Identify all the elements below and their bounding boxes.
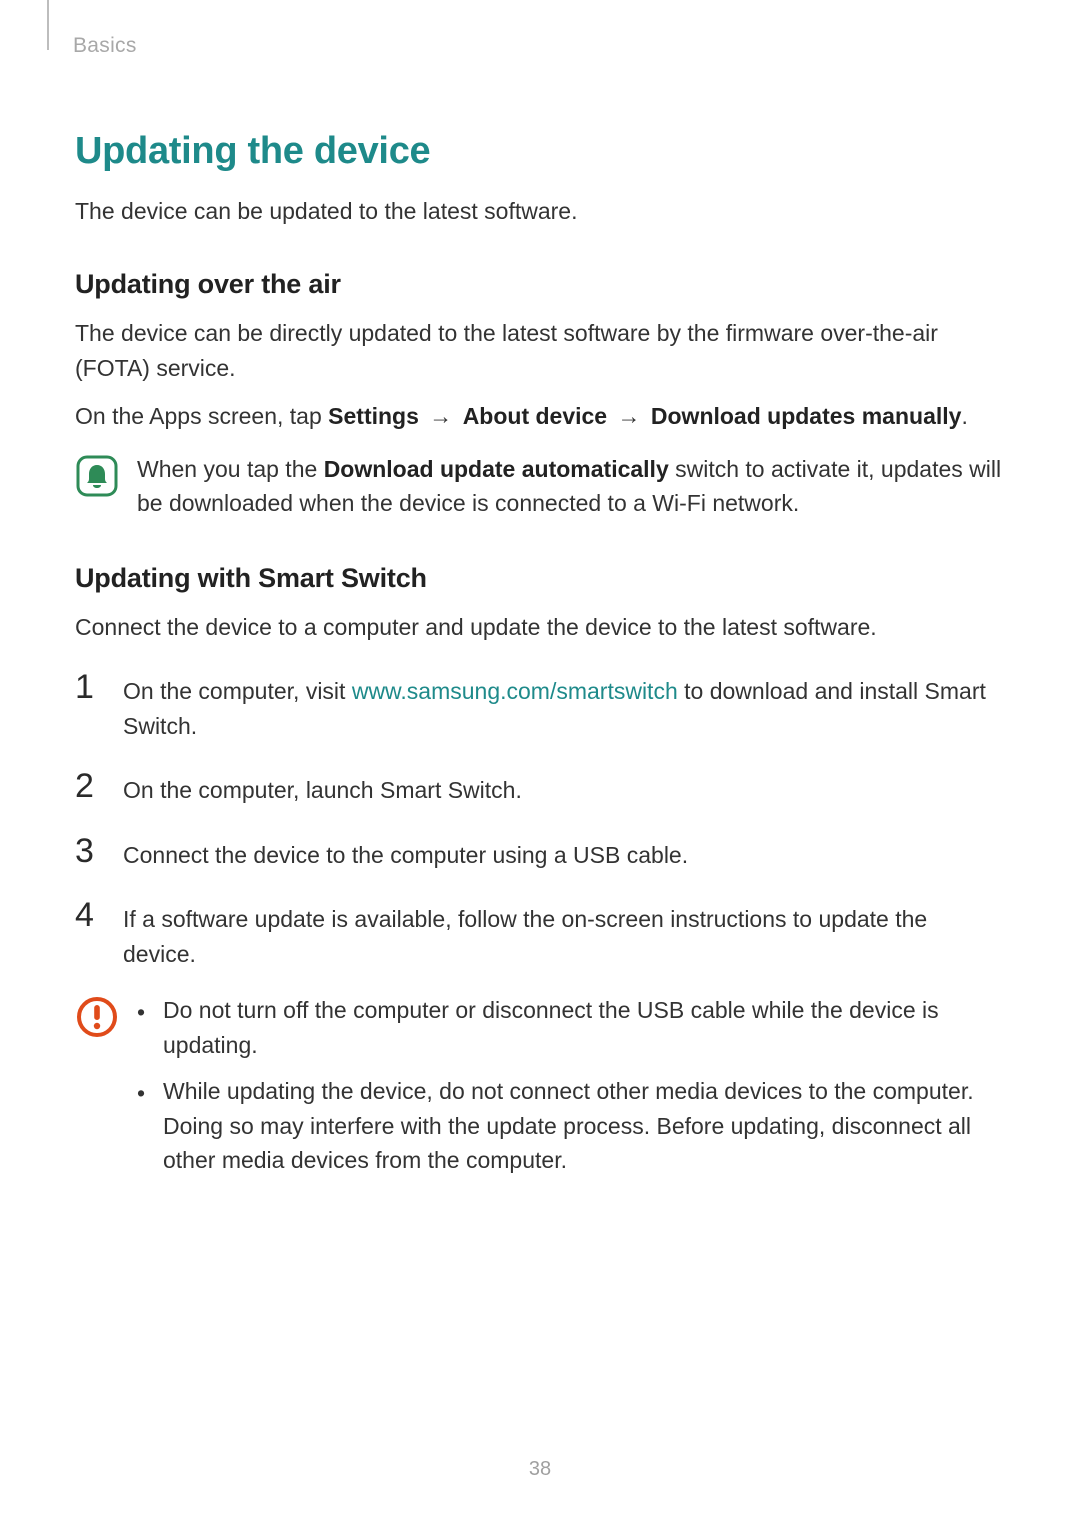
nav-path-step-2: About device [463,403,607,429]
bullet-icon: • [137,993,151,1030]
document-page: Basics Updating the device The device ca… [0,0,1080,1527]
note-text-before: When you tap the [137,456,324,482]
step-item: 1 On the computer, visit www.samsung.com… [75,670,1005,743]
step-item: 4 If a software update is available, fol… [75,898,1005,971]
page-title: Updating the device [75,130,1005,173]
smart-switch-description: Connect the device to a computer and upd… [75,610,1005,645]
step-body: If a software update is available, follo… [123,898,1005,971]
step-list: 1 On the computer, visit www.samsung.com… [75,670,1005,971]
ota-description: The device can be directly updated to th… [75,316,1005,385]
section-heading-smart-switch: Updating with Smart Switch [75,563,1005,594]
step-item: 3 Connect the device to the computer usi… [75,834,1005,873]
nav-path-step-1: Settings [328,403,419,429]
arrow-icon: → [425,399,456,434]
intro-text: The device can be updated to the latest … [75,195,1005,227]
caution-callout: • Do not turn off the computer or discon… [75,993,1005,1190]
arrow-icon: → [614,399,645,434]
breadcrumb-wrap: Basics [75,34,1005,68]
step-number: 1 [75,670,105,704]
nav-path: On the Apps screen, tap Settings → About… [75,399,1005,434]
caution-item: • Do not turn off the computer or discon… [137,993,1005,1062]
caution-icon [75,995,119,1039]
step-number: 3 [75,834,105,868]
step-body: On the computer, visit www.samsung.com/s… [123,670,1005,743]
step-item: 2 On the computer, launch Smart Switch. [75,769,1005,808]
note-text: When you tap the Download update automat… [137,452,1005,521]
step-number: 4 [75,898,105,932]
step-number: 2 [75,769,105,803]
nav-path-step-3: Download updates manually [651,403,962,429]
caution-item-text: While updating the device, do not connec… [163,1074,1005,1178]
breadcrumb: Basics [73,34,1005,58]
page-number: 38 [0,1458,1080,1481]
caution-item: • While updating the device, do not conn… [137,1074,1005,1178]
bell-note-icon [75,454,119,498]
caution-item-text: Do not turn off the computer or disconne… [163,993,1005,1062]
step1-before: On the computer, visit [123,678,352,704]
step-body: On the computer, launch Smart Switch. [123,769,1005,808]
caution-list: • Do not turn off the computer or discon… [137,993,1005,1178]
note-text-bold: Download update automatically [324,456,669,482]
note-callout: When you tap the Download update automat… [75,452,1005,521]
smart-switch-link[interactable]: www.samsung.com/smartswitch [352,678,678,704]
breadcrumb-rule [47,0,49,50]
bullet-icon: • [137,1074,151,1111]
section-heading-ota: Updating over the air [75,269,1005,300]
nav-path-prefix: On the Apps screen, tap [75,403,328,429]
caution-body: • Do not turn off the computer or discon… [137,993,1005,1190]
step-body: Connect the device to the computer using… [123,834,1005,873]
